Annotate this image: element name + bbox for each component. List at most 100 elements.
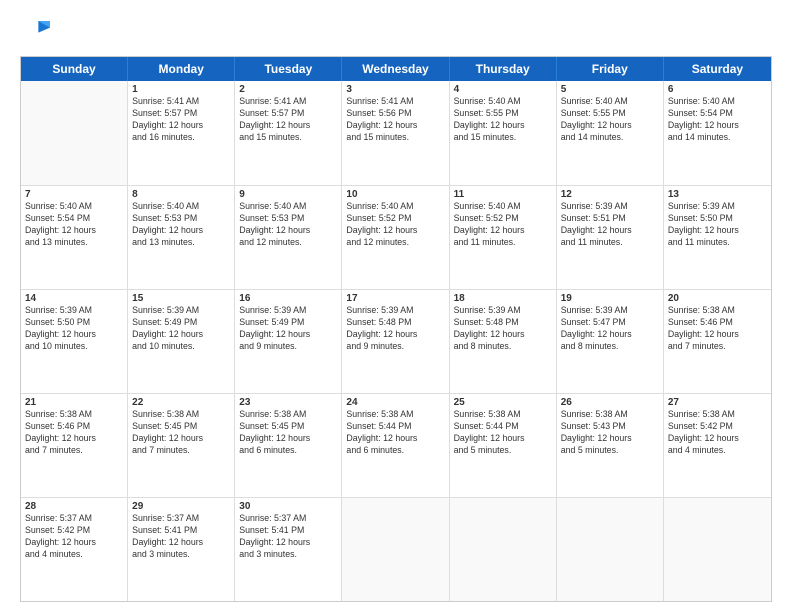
cell-date-number: 21 — [25, 397, 123, 408]
cell-date-number: 2 — [239, 84, 337, 95]
calendar-cell: 26Sunrise: 5:38 AMSunset: 5:43 PMDayligh… — [557, 394, 664, 497]
cell-date-number: 8 — [132, 189, 230, 200]
calendar-cell: 12Sunrise: 5:39 AMSunset: 5:51 PMDayligh… — [557, 186, 664, 289]
cell-sun-info: Sunrise: 5:38 AMSunset: 5:46 PMDaylight:… — [668, 305, 767, 353]
header-day-saturday: Saturday — [664, 57, 771, 81]
header-day-sunday: Sunday — [21, 57, 128, 81]
calendar-cell: 29Sunrise: 5:37 AMSunset: 5:41 PMDayligh… — [128, 498, 235, 601]
calendar-row: 21Sunrise: 5:38 AMSunset: 5:46 PMDayligh… — [21, 393, 771, 497]
calendar-cell: 8Sunrise: 5:40 AMSunset: 5:53 PMDaylight… — [128, 186, 235, 289]
page: SundayMondayTuesdayWednesdayThursdayFrid… — [0, 0, 792, 612]
calendar-cell: 10Sunrise: 5:40 AMSunset: 5:52 PMDayligh… — [342, 186, 449, 289]
header — [20, 16, 772, 46]
cell-sun-info: Sunrise: 5:39 AMSunset: 5:47 PMDaylight:… — [561, 305, 659, 353]
cell-date-number: 4 — [454, 84, 552, 95]
calendar-cell — [664, 498, 771, 601]
cell-date-number: 29 — [132, 501, 230, 512]
cell-sun-info: Sunrise: 5:39 AMSunset: 5:50 PMDaylight:… — [668, 201, 767, 249]
cell-sun-info: Sunrise: 5:38 AMSunset: 5:44 PMDaylight:… — [454, 409, 552, 457]
calendar-cell: 22Sunrise: 5:38 AMSunset: 5:45 PMDayligh… — [128, 394, 235, 497]
calendar-row: 1Sunrise: 5:41 AMSunset: 5:57 PMDaylight… — [21, 81, 771, 185]
calendar-cell: 9Sunrise: 5:40 AMSunset: 5:53 PMDaylight… — [235, 186, 342, 289]
calendar-cell: 25Sunrise: 5:38 AMSunset: 5:44 PMDayligh… — [450, 394, 557, 497]
cell-date-number: 7 — [25, 189, 123, 200]
calendar-cell: 6Sunrise: 5:40 AMSunset: 5:54 PMDaylight… — [664, 81, 771, 185]
cell-date-number: 11 — [454, 189, 552, 200]
calendar-cell: 14Sunrise: 5:39 AMSunset: 5:50 PMDayligh… — [21, 290, 128, 393]
calendar-row: 14Sunrise: 5:39 AMSunset: 5:50 PMDayligh… — [21, 289, 771, 393]
calendar-cell: 23Sunrise: 5:38 AMSunset: 5:45 PMDayligh… — [235, 394, 342, 497]
cell-sun-info: Sunrise: 5:39 AMSunset: 5:51 PMDaylight:… — [561, 201, 659, 249]
calendar-row: 28Sunrise: 5:37 AMSunset: 5:42 PMDayligh… — [21, 497, 771, 601]
calendar: SundayMondayTuesdayWednesdayThursdayFrid… — [20, 56, 772, 602]
cell-date-number: 19 — [561, 293, 659, 304]
cell-date-number: 14 — [25, 293, 123, 304]
cell-sun-info: Sunrise: 5:40 AMSunset: 5:54 PMDaylight:… — [668, 96, 767, 144]
calendar-cell — [557, 498, 664, 601]
calendar-cell: 2Sunrise: 5:41 AMSunset: 5:57 PMDaylight… — [235, 81, 342, 185]
cell-sun-info: Sunrise: 5:38 AMSunset: 5:43 PMDaylight:… — [561, 409, 659, 457]
header-day-thursday: Thursday — [450, 57, 557, 81]
cell-sun-info: Sunrise: 5:38 AMSunset: 5:45 PMDaylight:… — [132, 409, 230, 457]
header-day-monday: Monday — [128, 57, 235, 81]
calendar-cell: 4Sunrise: 5:40 AMSunset: 5:55 PMDaylight… — [450, 81, 557, 185]
calendar-cell — [342, 498, 449, 601]
cell-sun-info: Sunrise: 5:38 AMSunset: 5:45 PMDaylight:… — [239, 409, 337, 457]
cell-date-number: 1 — [132, 84, 230, 95]
cell-sun-info: Sunrise: 5:37 AMSunset: 5:41 PMDaylight:… — [239, 513, 337, 561]
cell-sun-info: Sunrise: 5:41 AMSunset: 5:56 PMDaylight:… — [346, 96, 444, 144]
cell-date-number: 15 — [132, 293, 230, 304]
calendar-cell — [450, 498, 557, 601]
cell-sun-info: Sunrise: 5:39 AMSunset: 5:48 PMDaylight:… — [346, 305, 444, 353]
cell-date-number: 9 — [239, 189, 337, 200]
calendar-cell: 3Sunrise: 5:41 AMSunset: 5:56 PMDaylight… — [342, 81, 449, 185]
cell-date-number: 3 — [346, 84, 444, 95]
calendar-cell: 13Sunrise: 5:39 AMSunset: 5:50 PMDayligh… — [664, 186, 771, 289]
cell-date-number: 10 — [346, 189, 444, 200]
cell-date-number: 20 — [668, 293, 767, 304]
cell-sun-info: Sunrise: 5:39 AMSunset: 5:48 PMDaylight:… — [454, 305, 552, 353]
calendar-cell: 16Sunrise: 5:39 AMSunset: 5:49 PMDayligh… — [235, 290, 342, 393]
calendar-cell: 5Sunrise: 5:40 AMSunset: 5:55 PMDaylight… — [557, 81, 664, 185]
calendar-header: SundayMondayTuesdayWednesdayThursdayFrid… — [21, 57, 771, 81]
calendar-cell: 19Sunrise: 5:39 AMSunset: 5:47 PMDayligh… — [557, 290, 664, 393]
calendar-body: 1Sunrise: 5:41 AMSunset: 5:57 PMDaylight… — [21, 81, 771, 601]
cell-date-number: 13 — [668, 189, 767, 200]
cell-sun-info: Sunrise: 5:40 AMSunset: 5:55 PMDaylight:… — [561, 96, 659, 144]
cell-date-number: 25 — [454, 397, 552, 408]
cell-sun-info: Sunrise: 5:38 AMSunset: 5:42 PMDaylight:… — [668, 409, 767, 457]
cell-date-number: 16 — [239, 293, 337, 304]
cell-sun-info: Sunrise: 5:39 AMSunset: 5:49 PMDaylight:… — [132, 305, 230, 353]
cell-date-number: 24 — [346, 397, 444, 408]
calendar-cell: 30Sunrise: 5:37 AMSunset: 5:41 PMDayligh… — [235, 498, 342, 601]
calendar-cell: 28Sunrise: 5:37 AMSunset: 5:42 PMDayligh… — [21, 498, 128, 601]
cell-sun-info: Sunrise: 5:38 AMSunset: 5:44 PMDaylight:… — [346, 409, 444, 457]
cell-date-number: 17 — [346, 293, 444, 304]
cell-date-number: 28 — [25, 501, 123, 512]
cell-sun-info: Sunrise: 5:40 AMSunset: 5:53 PMDaylight:… — [132, 201, 230, 249]
cell-date-number: 26 — [561, 397, 659, 408]
calendar-cell — [21, 81, 128, 185]
cell-sun-info: Sunrise: 5:39 AMSunset: 5:50 PMDaylight:… — [25, 305, 123, 353]
calendar-cell: 15Sunrise: 5:39 AMSunset: 5:49 PMDayligh… — [128, 290, 235, 393]
calendar-cell: 27Sunrise: 5:38 AMSunset: 5:42 PMDayligh… — [664, 394, 771, 497]
cell-date-number: 30 — [239, 501, 337, 512]
cell-date-number: 27 — [668, 397, 767, 408]
header-day-tuesday: Tuesday — [235, 57, 342, 81]
cell-sun-info: Sunrise: 5:40 AMSunset: 5:54 PMDaylight:… — [25, 201, 123, 249]
cell-sun-info: Sunrise: 5:41 AMSunset: 5:57 PMDaylight:… — [132, 96, 230, 144]
cell-date-number: 5 — [561, 84, 659, 95]
calendar-cell: 11Sunrise: 5:40 AMSunset: 5:52 PMDayligh… — [450, 186, 557, 289]
header-day-friday: Friday — [557, 57, 664, 81]
header-day-wednesday: Wednesday — [342, 57, 449, 81]
calendar-row: 7Sunrise: 5:40 AMSunset: 5:54 PMDaylight… — [21, 185, 771, 289]
cell-date-number: 18 — [454, 293, 552, 304]
calendar-cell: 18Sunrise: 5:39 AMSunset: 5:48 PMDayligh… — [450, 290, 557, 393]
cell-sun-info: Sunrise: 5:38 AMSunset: 5:46 PMDaylight:… — [25, 409, 123, 457]
cell-date-number: 22 — [132, 397, 230, 408]
calendar-cell: 1Sunrise: 5:41 AMSunset: 5:57 PMDaylight… — [128, 81, 235, 185]
cell-sun-info: Sunrise: 5:37 AMSunset: 5:41 PMDaylight:… — [132, 513, 230, 561]
calendar-cell: 24Sunrise: 5:38 AMSunset: 5:44 PMDayligh… — [342, 394, 449, 497]
calendar-cell: 21Sunrise: 5:38 AMSunset: 5:46 PMDayligh… — [21, 394, 128, 497]
cell-sun-info: Sunrise: 5:40 AMSunset: 5:52 PMDaylight:… — [346, 201, 444, 249]
